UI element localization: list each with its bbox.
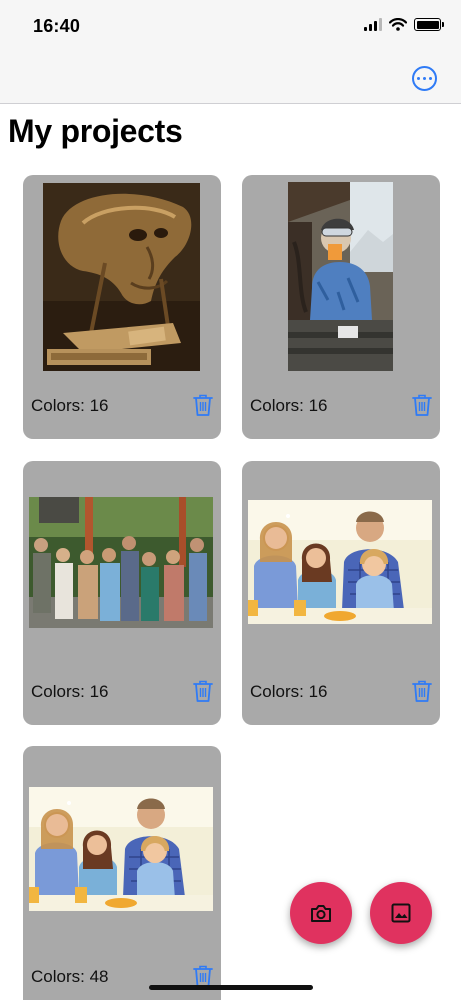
wifi-icon: [389, 18, 407, 31]
battery-icon: [414, 18, 444, 31]
project-colors-label: Colors: 16: [31, 682, 109, 701]
cellular-signal-icon: [364, 18, 382, 31]
project-thumbnail-surreal-portrait: [43, 183, 200, 371]
project-colors-label: Colors: 16: [250, 682, 328, 701]
gallery-button[interactable]: [370, 882, 432, 944]
more-options-button[interactable]: [412, 66, 437, 91]
project-card[interactable]: Colors: 16: [242, 461, 440, 725]
camera-icon: [311, 904, 331, 922]
project-colors-label: Colors: 16: [250, 396, 328, 415]
navigation-bar: [0, 58, 461, 104]
project-colors-label: Colors: 16: [31, 396, 109, 415]
page-title: My projects: [8, 113, 183, 149]
project-card[interactable]: Colors: 48: [23, 746, 221, 1000]
more-ellipsis-icon: [416, 76, 421, 81]
project-card[interactable]: Colors: 16: [23, 175, 221, 439]
trash-icon[interactable]: [192, 393, 214, 417]
image-gallery-icon: [391, 903, 411, 923]
project-thumbnail-family: [248, 500, 432, 624]
project-thumbnail-family: [29, 787, 213, 911]
home-indicator[interactable]: [149, 985, 313, 990]
project-card[interactable]: Colors: 16: [23, 461, 221, 725]
project-card[interactable]: Colors: 16: [242, 175, 440, 439]
camera-button[interactable]: [290, 882, 352, 944]
trash-icon[interactable]: [411, 393, 433, 417]
project-thumbnail-group-photo: [29, 497, 213, 628]
status-time: 16:40: [33, 16, 81, 36]
status-icons: [364, 18, 444, 31]
project-colors-label: Colors: 48: [31, 967, 109, 986]
project-thumbnail-skier: [288, 182, 393, 371]
trash-icon[interactable]: [192, 679, 214, 703]
projects-screen: 16:40 My projects Colors: 16 Colors: 16 …: [0, 0, 461, 1000]
status-bar: 16:40: [0, 0, 461, 58]
trash-icon[interactable]: [411, 679, 433, 703]
